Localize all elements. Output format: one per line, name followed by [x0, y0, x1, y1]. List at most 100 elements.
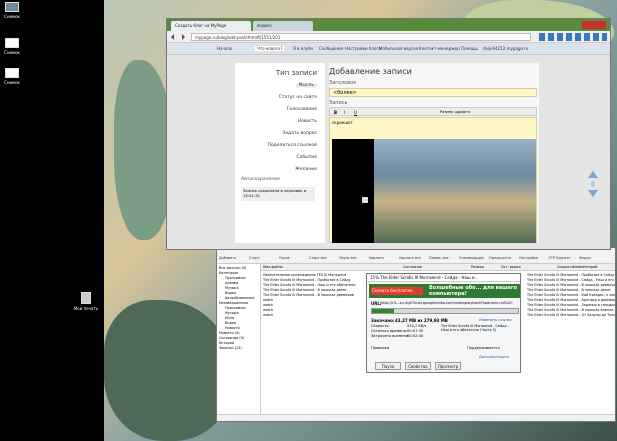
- table-row[interactable]: The Elder Scrolls III Morrowind - Наш и …: [263, 283, 366, 287]
- tree-item[interactable]: Видео: [225, 291, 236, 295]
- sidebar-item[interactable]: Голосование: [287, 107, 317, 112]
- underline-button[interactable]: U: [354, 110, 357, 115]
- download-progress-dialog: 15% The Elder Scrolls III Morrowind - Се…: [366, 273, 521, 373]
- table-row[interactable]: The Elder Scrolls III Morrowind - В поис…: [263, 293, 366, 297]
- nav-link[interactable]: Контакт-менеджер: [419, 46, 460, 51]
- table-row[interactable]: watch: [263, 313, 366, 317]
- tree-item[interactable]: Видео: [225, 321, 236, 325]
- nav-link[interactable]: Помощь: [461, 46, 478, 51]
- tree-item[interactable]: Категории: [219, 271, 238, 275]
- toolbar-button[interactable]: FTP Explorer: [549, 256, 570, 260]
- nav-link[interactable]: Я в клубе: [293, 46, 313, 51]
- add-post-form: Добавление записи Заголовок <более> Запи…: [329, 63, 539, 243]
- address-bar[interactable]: mypage.ru/blog/add-post/#draft/1551/201: [191, 33, 531, 41]
- sidebar-item[interactable]: Желание: [295, 167, 317, 172]
- back-forward-icon[interactable]: [170, 34, 186, 40]
- more-link[interactable]: Дополнительно: [479, 355, 509, 359]
- nav-link[interactable]: Сообщения: [319, 46, 343, 51]
- sidebar-item[interactable]: Новость: [298, 119, 317, 124]
- user-name[interactable]: dvijeh4212.mypage.ru: [483, 46, 528, 51]
- post-body-editor[interactable]: скриншот: [329, 117, 537, 243]
- tree-item[interactable]: Закачки (23): [219, 346, 242, 350]
- properties-button[interactable]: Свойства: [405, 362, 431, 370]
- desktop-icon-snapshot[interactable]: Снимок: [0, 2, 27, 19]
- pause-button[interactable]: Пауза: [375, 362, 401, 370]
- tree-item[interactable]: Программы: [225, 276, 246, 280]
- url-label: URL:: [371, 301, 382, 306]
- tab-mypage[interactable]: Создать блог на MyPage: [171, 21, 251, 31]
- browser-tab-strip: Создать блог на MyPage яндекс: [167, 19, 610, 31]
- desktop-icon-printer[interactable]: Мои печать: [70, 292, 102, 311]
- toolbar-button[interactable]: Удалить: [369, 256, 384, 260]
- tree-item[interactable]: Программы: [225, 306, 246, 310]
- ad-banner[interactable]: Скачать бесплатно Волшебные обо... для в…: [369, 284, 520, 298]
- toolbar-button[interactable]: Форум: [579, 256, 591, 260]
- tree-item[interactable]: Игры: [225, 316, 234, 320]
- file-name: watch: [263, 313, 274, 317]
- tree-item[interactable]: Архивы: [225, 281, 238, 285]
- column-header[interactable]: Состояние: [403, 265, 422, 269]
- scroll-arrows[interactable]: [587, 169, 599, 199]
- tree-item[interactable]: Новости (9): [219, 331, 240, 335]
- window-controls[interactable]: [582, 21, 606, 29]
- tree-item[interactable]: Все закачки (9): [219, 266, 247, 270]
- extension-icons[interactable]: [539, 33, 607, 41]
- title-input[interactable]: <более>: [329, 88, 537, 97]
- preview-button[interactable]: Просмотр: [435, 362, 461, 370]
- tree-item[interactable]: Незавершённые: [219, 301, 248, 305]
- toolbar-button[interactable]: Однократно: [489, 256, 511, 260]
- column-header[interactable]: Имя файла: [263, 265, 283, 269]
- table-row[interactable]: watch: [263, 298, 366, 302]
- desktop-icon-snapshot[interactable]: Снимок: [0, 38, 27, 55]
- table-row[interactable]: The Elder Scrolls III Morrowind - В поис…: [263, 288, 366, 292]
- toolbar-button[interactable]: Старт все: [309, 256, 327, 260]
- italic-button[interactable]: I: [344, 110, 345, 115]
- toolbar-button[interactable]: Пауза: [279, 256, 290, 260]
- desktop-icon-label: Снимок: [4, 80, 20, 85]
- comment-cell: The Elder Scrolls III Morrowind - От Зал…: [527, 313, 615, 317]
- toolbar-button[interactable]: Добавить: [219, 256, 236, 260]
- sidebar-item[interactable]: Задать вопрос: [282, 131, 317, 136]
- embedded-image-black: [332, 139, 374, 243]
- tree-item[interactable]: Автообновление: [225, 296, 255, 300]
- sidebar-item[interactable]: Статус на сайте: [279, 95, 317, 100]
- nav-link[interactable]: Мобильная версия: [379, 46, 418, 51]
- scroll-arrow-icon[interactable]: [587, 169, 599, 199]
- bold-button[interactable]: B: [334, 110, 337, 115]
- toolbar-button[interactable]: Удалить все: [399, 256, 421, 260]
- change-link[interactable]: Изменить ссылку: [479, 318, 512, 322]
- tree-item[interactable]: Музыка: [225, 286, 239, 290]
- tree-item[interactable]: Новости: [225, 326, 240, 330]
- toolbar-button[interactable]: Парам. все: [429, 256, 449, 260]
- column-header[interactable]: Размер: [471, 265, 484, 269]
- address-row: mypage.ru/blog/add-post/#draft/1551/201: [167, 31, 610, 43]
- tree-item[interactable]: Истории: [219, 341, 234, 345]
- tab-yandex[interactable]: яндекс: [253, 21, 313, 31]
- tree-item[interactable]: Музыка: [225, 311, 239, 315]
- sidebar-item[interactable]: Событие: [296, 155, 317, 160]
- table-row[interactable]: The Elder Scrolls III Morrowind - Прибыт…: [263, 278, 366, 282]
- toolbar-button[interactable]: Пауза все: [339, 256, 357, 260]
- toolbar-button[interactable]: Настройки: [519, 256, 538, 260]
- column-header[interactable]: Комментарий: [573, 265, 598, 269]
- ad-download-button[interactable]: Скачать бесплатно: [371, 287, 423, 295]
- desktop-icon-snapshot[interactable]: Снимок: [0, 68, 27, 85]
- tree-item[interactable]: Составные (9): [219, 336, 244, 340]
- font-size-select[interactable]: Размер шрифта: [440, 110, 470, 114]
- file-name: The Elder Scrolls III Morrowind - Наш и …: [263, 283, 356, 287]
- sidebar-item[interactable]: Мысль: [295, 83, 317, 88]
- nav-link[interactable]: Настройки блога: [345, 46, 381, 51]
- table-row[interactable]: watch: [263, 303, 366, 307]
- sidebar-item[interactable]: Поделиться ссылкой: [268, 143, 317, 148]
- tab-label: яндекс: [257, 23, 272, 28]
- nav-link[interactable]: Что нового?: [255, 46, 285, 51]
- desktop-icon-label: Мои печать: [73, 306, 99, 311]
- nav-link[interactable]: Начало: [217, 46, 232, 51]
- table-row[interactable]: Увлекательное прохождение TES III Morrow…: [263, 273, 366, 277]
- table-row[interactable]: watch: [263, 308, 366, 312]
- toolbar-button[interactable]: Планировщик: [459, 256, 484, 260]
- column-header[interactable]: Скорость: [557, 265, 574, 269]
- comment-cell: The Elder Scrolls III Morrowind - В поис…: [527, 308, 614, 312]
- column-header[interactable]: Ост. время: [501, 265, 521, 269]
- toolbar-button[interactable]: Старт: [249, 256, 260, 260]
